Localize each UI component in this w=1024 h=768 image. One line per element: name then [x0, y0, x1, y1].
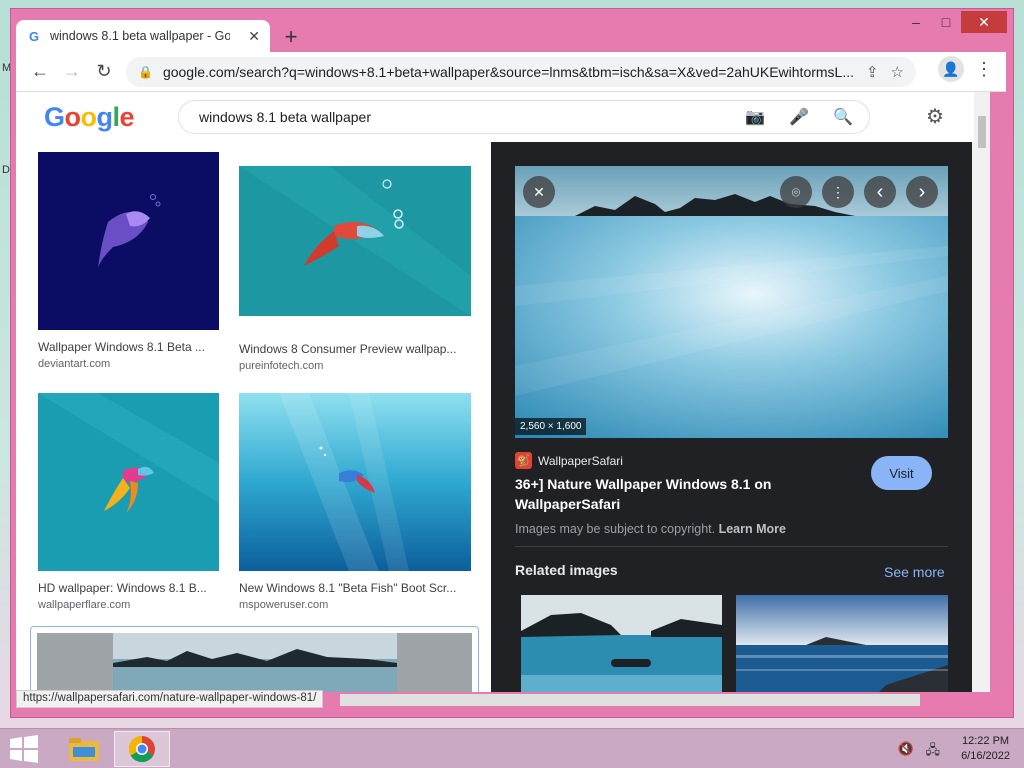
scrollbar-thumb[interactable] [978, 116, 986, 148]
related-image[interactable] [736, 595, 948, 692]
result-source: pureinfotech.com [239, 360, 324, 372]
related-image[interactable] [521, 595, 722, 692]
windows-start-icon[interactable] [8, 735, 40, 763]
lock-icon[interactable]: 🔒 [138, 65, 153, 79]
folder-icon [69, 738, 99, 761]
camera-search-icon[interactable]: 📷 [745, 107, 765, 127]
result-thumbnail[interactable] [38, 393, 219, 571]
profile-avatar-icon[interactable]: 👤 [938, 56, 964, 82]
betta-fish-image [239, 166, 471, 316]
result-title[interactable]: New Windows 8.1 "Beta Fish" Boot Scr... [239, 581, 471, 595]
network-icon[interactable]: 🖧 [926, 741, 941, 763]
url-text[interactable]: google.com/search?q=windows+8.1+beta+wal… [163, 64, 854, 80]
seascape-image [521, 595, 722, 692]
image-result[interactable]: Windows 8 Consumer Preview wallpap... pu… [239, 166, 471, 372]
browser-toolbar: ← → ↻ 🔒 google.com/search?q=windows+8.1+… [16, 52, 1006, 92]
result-thumbnail[interactable] [37, 633, 472, 692]
browser-menu-icon[interactable]: ⋮ [972, 59, 996, 80]
taskbar: 🔇 🖧 12:22 PM 6/16/2022 [0, 728, 1024, 768]
learn-more-link[interactable]: Learn More [719, 522, 786, 536]
google-logo[interactable]: Google [44, 102, 135, 133]
tab-close-icon[interactable]: ✕ [248, 28, 260, 45]
result-source: wallpaperflare.com [38, 599, 131, 611]
gear-icon[interactable]: ⚙ [926, 104, 944, 129]
status-url-bubble: https://wallpapersafari.com/nature-wallp… [16, 690, 324, 708]
result-thumbnail[interactable] [239, 393, 471, 571]
tab-title: windows 8.1 beta wallpaper - Google Sear… [50, 29, 230, 43]
clock-date: 6/16/2022 [961, 750, 1010, 762]
image-preview-panel: ✕ ⌾ ⋮ ‹ › 2,560 × 1,600 🐒 WallpaperSafar… [491, 142, 972, 692]
result-thumbnail[interactable] [38, 152, 219, 330]
result-title[interactable]: HD wallpaper: Windows 8.1 B... [38, 581, 219, 595]
new-tab-button[interactable]: + [278, 24, 304, 50]
previous-image-icon[interactable]: ‹ [864, 176, 896, 208]
result-title[interactable]: Wallpaper Windows 8.1 Beta ... [38, 340, 219, 354]
betta-fish-image [239, 393, 471, 571]
related-images-heading: Related images [515, 562, 618, 578]
clock-time: 12:22 PM [961, 735, 1010, 747]
clock[interactable]: 12:22 PM 6/16/2022 [961, 734, 1010, 764]
chrome-taskbar-button[interactable] [114, 731, 170, 767]
betta-fish-image [38, 152, 219, 330]
image-result[interactable]: Wallpaper Windows 8.1 Beta ... deviantar… [38, 152, 219, 370]
copyright-text: Images may be subject to copyright. [515, 522, 716, 536]
more-options-icon[interactable]: ⋮ [822, 176, 854, 208]
visit-button[interactable]: Visit [871, 456, 932, 490]
copyright-notice: Images may be subject to copyright. Lear… [515, 522, 786, 536]
volume-muted-icon[interactable]: 🔇 [898, 741, 914, 757]
see-more-link[interactable]: See more [884, 564, 945, 580]
wallpapersafari-favicon-icon: 🐒 [515, 452, 532, 469]
back-button[interactable]: ← [24, 56, 56, 88]
google-header: Google windows 8.1 beta wallpaper 📷 🎤 🔍 … [16, 92, 990, 142]
image-dimensions: 2,560 × 1,600 [515, 418, 587, 435]
divider [515, 546, 948, 547]
source-site-name[interactable]: WallpaperSafari [538, 454, 623, 468]
bookmark-star-icon[interactable]: ☆ [891, 63, 904, 81]
result-title[interactable]: Windows 8 Consumer Preview wallpap... [239, 342, 471, 356]
page-scrollbar[interactable] [974, 92, 990, 692]
result-source: deviantart.com [38, 358, 111, 370]
image-result[interactable]: New Windows 8.1 "Beta Fish" Boot Scr... … [239, 393, 471, 611]
next-image-icon[interactable]: › [906, 176, 938, 208]
tab-google-search[interactable]: G windows 8.1 beta wallpaper - Google Se… [16, 20, 270, 52]
desktop-edge-letter: D [2, 164, 10, 176]
result-thumbnail[interactable] [239, 166, 471, 316]
forward-button[interactable]: → [56, 56, 88, 88]
image-result[interactable]: HD wallpaper: Windows 8.1 B... wallpaper… [38, 393, 219, 611]
image-result-selected[interactable] [30, 626, 479, 692]
lens-search-icon[interactable]: ⌾ [780, 176, 812, 208]
search-input[interactable]: windows 8.1 beta wallpaper [199, 109, 721, 125]
tab-strip: G windows 8.1 beta wallpaper - Google Se… [16, 18, 1006, 52]
search-box[interactable]: windows 8.1 beta wallpaper 📷 🎤 🔍 [178, 100, 870, 134]
share-icon[interactable]: ⇪ [866, 63, 879, 81]
preview-title-link[interactable]: 36+] Nature Wallpaper Windows 8.1 on Wal… [515, 474, 795, 514]
image-results-grid: Wallpaper Windows 8.1 Beta ... deviantar… [16, 142, 490, 692]
toolbar-right: 👤 ⋮ [938, 56, 996, 82]
reload-button[interactable]: ↻ [88, 56, 120, 88]
result-source: mspoweruser.com [239, 599, 329, 611]
address-bar[interactable]: 🔒 google.com/search?q=windows+8.1+beta+w… [126, 57, 916, 87]
source-site-row[interactable]: 🐒 WallpaperSafari [515, 452, 623, 469]
horizontal-scrollbar[interactable] [340, 694, 920, 706]
google-favicon-icon: G [28, 28, 40, 44]
search-icon[interactable]: 🔍 [833, 107, 853, 127]
seascape-image [736, 595, 948, 692]
seascape-image [37, 633, 472, 692]
mic-icon[interactable]: 🎤 [789, 107, 809, 127]
file-explorer-taskbar-button[interactable] [56, 731, 112, 767]
betta-fish-image [38, 393, 219, 571]
close-preview-icon[interactable]: ✕ [523, 176, 555, 208]
chrome-icon [128, 735, 155, 763]
google-images-page: Google windows 8.1 beta wallpaper 📷 🎤 🔍 … [16, 92, 990, 692]
